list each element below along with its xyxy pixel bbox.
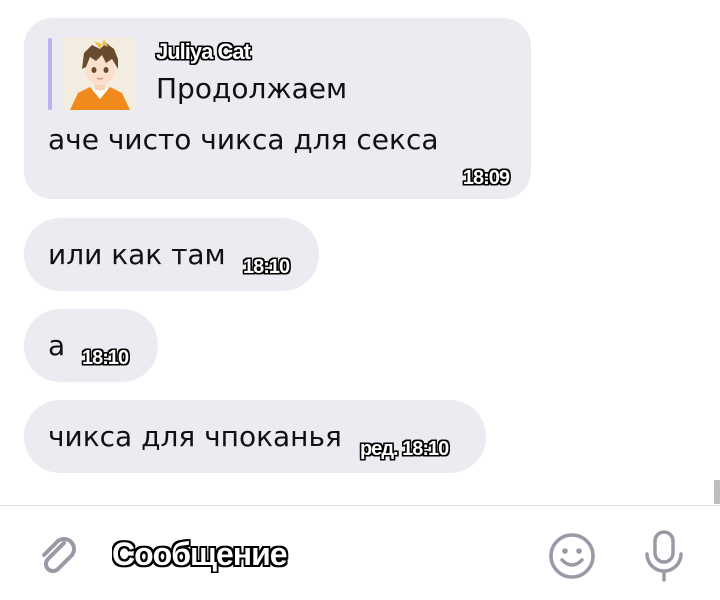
message-bubble[interactable]: чикса для чпоканья ред. 18:10 [24,400,486,473]
message-text: а [48,329,66,362]
reply-author: Juliya Cat [156,39,251,64]
message-composer [0,505,720,600]
reply-text: Продолжаем [156,72,348,105]
message-input[interactable] [112,528,512,580]
message-time: 18:09 [462,167,510,189]
message-bubble[interactable]: или как там 18:10 [24,218,319,291]
message-bubble[interactable]: а 18:10 [24,309,158,382]
reply-avatar [64,37,136,110]
message-text: или как там [48,238,226,271]
scrollbar[interactable] [714,480,720,504]
message-time: 18:10 [243,256,290,278]
message-time: ред. 18:10 [360,438,449,460]
reply-accent-bar [48,38,52,110]
avatar-image [64,37,136,110]
microphone-icon[interactable] [638,528,690,584]
message-bubble[interactable]: Juliya Cat Продолжаем аче чисто чикса дл… [24,18,531,199]
paperclip-icon[interactable] [34,531,82,579]
smiley-icon[interactable] [546,530,598,582]
chat-window: Juliya Cat Продолжаем аче чисто чикса дл… [0,0,720,600]
message-text: аче чисто чикса для секса [48,123,439,156]
message-text: чикса для чпоканья [48,420,342,453]
message-time: 18:10 [82,347,129,369]
